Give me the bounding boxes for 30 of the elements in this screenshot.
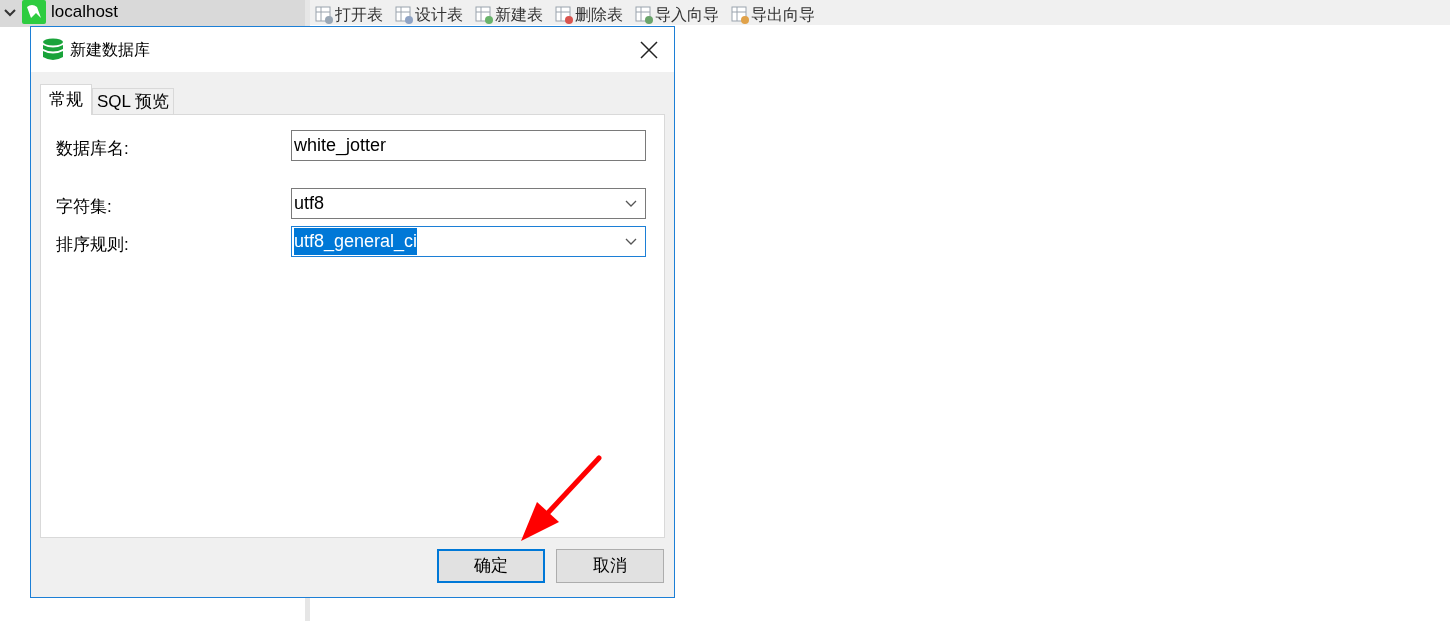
tab[interactable]: 常规 <box>40 84 92 115</box>
table-icon <box>475 6 493 24</box>
close-icon[interactable] <box>640 40 658 59</box>
table-icon <box>315 6 333 24</box>
dialog-button[interactable]: 取消 <box>556 549 664 583</box>
chevron-down-icon <box>625 199 637 208</box>
dialog-button[interactable]: 确定 <box>437 549 545 583</box>
table-icon <box>555 6 573 24</box>
tab[interactable]: SQL 预览 <box>92 88 175 115</box>
dropdown[interactable]: utf8 <box>291 188 646 219</box>
toolbar-button[interactable]: 导入向导 <box>635 1 719 25</box>
tree-label: localhost <box>51 1 119 24</box>
toolbar-button[interactable]: 打开表 <box>315 1 383 25</box>
field-label: 字符集: <box>56 195 113 218</box>
dropdown[interactable]: utf8_general_ci <box>291 226 646 257</box>
toolbar-button[interactable]: 新建表 <box>475 1 543 25</box>
toolbar-button[interactable]: 导出向导 <box>731 1 815 25</box>
server-icon <box>22 0 46 24</box>
field-label: 数据库名: <box>56 137 130 160</box>
field-label: 排序规则: <box>56 233 130 256</box>
database-icon <box>42 37 64 62</box>
chevron-down-icon <box>625 237 637 246</box>
table-icon <box>731 6 749 24</box>
table-icon <box>395 6 413 24</box>
toolbar-button[interactable]: 设计表 <box>395 1 463 25</box>
table-icon <box>635 6 653 24</box>
input-field[interactable]: white_jotter <box>291 130 646 161</box>
window-title: 新建数据库 <box>70 39 150 60</box>
toolbar-button[interactable]: 删除表 <box>555 1 623 25</box>
tree-item[interactable]: localhost <box>0 0 305 27</box>
